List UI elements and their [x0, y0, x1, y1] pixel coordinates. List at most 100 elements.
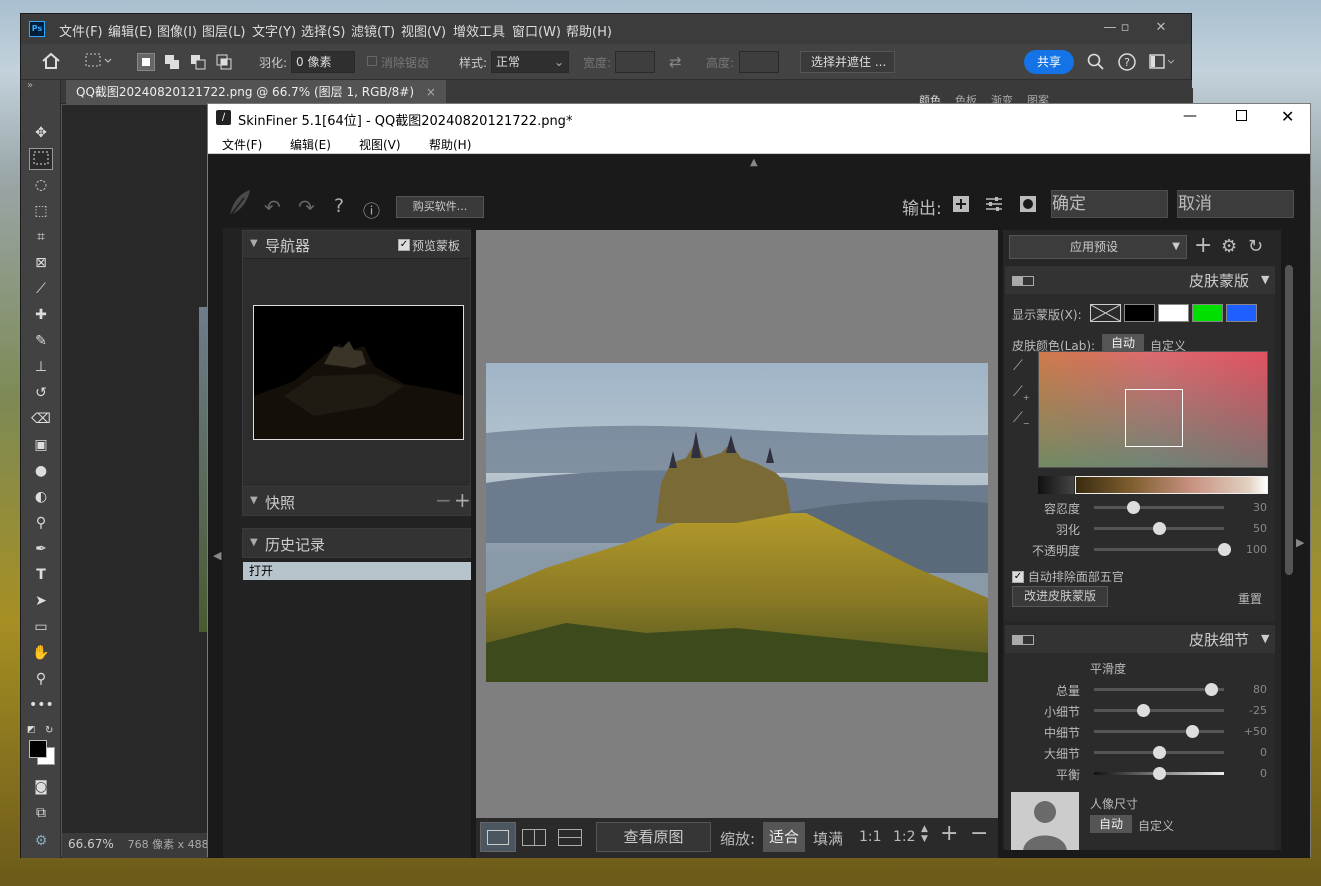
ps-menu-view[interactable]: 视图(V) — [401, 21, 446, 40]
slider-track[interactable] — [1094, 746, 1224, 759]
zoom-in-icon[interactable]: + — [940, 821, 958, 846]
sf-menu-edit[interactable]: 编辑(E) — [290, 136, 331, 153]
eyedropper-icon[interactable]: ⟋ — [29, 278, 53, 300]
history-brush-icon[interactable]: ↺ — [29, 382, 53, 404]
brush-tool-icon[interactable]: ✎ — [29, 330, 53, 352]
intersect-selection-icon[interactable] — [215, 53, 233, 71]
sf-close-icon[interactable]: ✕ — [1281, 107, 1294, 126]
edit-toolbar-icon[interactable]: ⚙ — [29, 830, 53, 852]
stamp-tool-icon[interactable]: ⊥ — [29, 356, 53, 378]
improve-skin-mask-button[interactable]: 改进皮肤蒙版 — [1012, 586, 1108, 607]
mask-green-swatch[interactable] — [1192, 304, 1223, 322]
info-icon[interactable]: ⓘ — [363, 197, 380, 222]
type-tool-icon[interactable]: T — [29, 564, 53, 586]
gradient-tool-icon[interactable]: ▣ — [29, 434, 53, 456]
more-tools-icon[interactable]: ••• — [29, 694, 54, 716]
crop-tool-icon[interactable]: ⌗ — [29, 226, 53, 248]
zoom-stepper-icon[interactable]: ▲ ▼ — [921, 824, 928, 844]
zoom-fit-button[interactable]: 适合 — [763, 822, 805, 852]
slider-track[interactable] — [1094, 522, 1224, 535]
reset-skin-mask-button[interactable]: 重置 — [1238, 590, 1262, 607]
ps-menu-image[interactable]: 图像(I) — [157, 21, 197, 40]
zoom-tool-icon[interactable]: ⚲ — [29, 668, 53, 690]
width-input[interactable] — [615, 51, 655, 73]
ps-menu-layer[interactable]: 图层(L) — [202, 21, 245, 40]
status-zoom[interactable]: 66.67% — [68, 837, 114, 851]
slider-track[interactable] — [1094, 543, 1231, 556]
new-selection-icon[interactable] — [137, 53, 155, 71]
home-icon[interactable] — [41, 52, 61, 70]
portrait-custom-button[interactable]: 自定义 — [1138, 817, 1174, 834]
skin-color-auto-button[interactable]: 自动 — [1102, 334, 1144, 352]
slider-knob[interactable] — [1136, 704, 1150, 717]
skin-color-range-box[interactable] — [1125, 389, 1183, 447]
skin-detail-toggle-icon[interactable] — [1012, 635, 1034, 645]
document-tab[interactable]: QQ截图20240820121722.png @ 66.7% (图层 1, RG… — [66, 80, 446, 104]
mask-black-swatch[interactable] — [1124, 304, 1155, 322]
snapshot-remove-icon[interactable]: − — [435, 488, 452, 512]
skin-mask-collapse-icon[interactable]: ▼ — [1261, 273, 1269, 286]
collapse-top-icon[interactable]: ▲ — [750, 157, 758, 168]
slider-knob[interactable] — [1127, 501, 1140, 514]
blur-tool-icon[interactable]: ● — [29, 460, 53, 482]
history-collapse-icon[interactable]: ▼ — [250, 537, 258, 548]
slider-track[interactable] — [1094, 704, 1224, 717]
ps-menu-filter[interactable]: 滤镜(T) — [351, 21, 395, 40]
ps-menu-select[interactable]: 选择(S) — [301, 21, 345, 40]
sf-menu-help[interactable]: 帮助(H) — [429, 136, 471, 153]
dodge-tool-icon[interactable]: ◐ — [29, 486, 53, 508]
healing-brush-icon[interactable]: ✚ — [29, 304, 53, 326]
mask-white-swatch[interactable] — [1158, 304, 1189, 322]
sf-minimize-icon[interactable]: — — [1183, 108, 1197, 124]
slider-knob[interactable] — [1218, 543, 1231, 556]
zoom-1-2-button[interactable]: 1:2 — [893, 829, 916, 845]
swap-colors-icon[interactable]: ↻ — [45, 725, 53, 736]
help-question-icon[interactable]: ? — [334, 195, 344, 217]
select-and-mask-button[interactable]: 选择并遮住 ... — [800, 51, 895, 73]
ps-menu-help[interactable]: 帮助(H) — [566, 21, 612, 40]
preview-mask-checkbox[interactable]: ✓ — [398, 239, 410, 251]
ps-menu-edit[interactable]: 编辑(E) — [108, 21, 152, 40]
color-swatches[interactable]: ◩ ↻ — [27, 725, 55, 765]
slider-knob[interactable] — [1205, 683, 1218, 696]
split-horizontal-icon[interactable] — [558, 829, 582, 846]
collapse-right-icon[interactable]: ▶ — [1296, 536, 1304, 549]
ps-menu-window[interactable]: 窗口(W) — [512, 21, 561, 40]
share-button[interactable]: 共享 — [1024, 50, 1074, 74]
ok-button[interactable]: 确定 — [1051, 190, 1168, 218]
snapshot-collapse-icon[interactable]: ▼ — [250, 495, 258, 506]
eyedropper-add-icon[interactable]: ⟋+ — [1013, 384, 1030, 402]
slider-track[interactable] — [1094, 683, 1224, 696]
sf-maximize-icon[interactable] — [1236, 110, 1247, 121]
add-preset-icon[interactable]: + — [1194, 233, 1212, 258]
output-mask-icon[interactable] — [1019, 195, 1037, 213]
help-icon[interactable]: ? — [1118, 53, 1136, 71]
buy-software-button[interactable]: 购买软件... — [396, 196, 484, 218]
zoom-1-1-button[interactable]: 1:1 — [859, 829, 882, 845]
ps-menu-type[interactable]: 文字(Y) — [252, 21, 296, 40]
quick-mask-icon[interactable]: ◙ — [29, 776, 53, 798]
toolbar-collapse-icon[interactable]: » — [27, 80, 33, 91]
skin-detail-collapse-icon[interactable]: ▼ — [1261, 632, 1269, 645]
close-icon[interactable]: × — [426, 85, 436, 99]
view-original-button[interactable]: 查看原图 — [596, 822, 711, 852]
mask-blue-swatch[interactable] — [1226, 304, 1257, 322]
path-selection-icon[interactable]: ➤ — [29, 590, 53, 612]
frame-tool-icon[interactable]: ⊠ — [29, 252, 53, 274]
output-adjust-icon[interactable] — [985, 195, 1003, 213]
marquee-tool-icon[interactable] — [29, 148, 53, 170]
auto-exclude-checkbox[interactable]: ✓ 自动排除面部五官 — [1012, 568, 1124, 585]
slider-knob[interactable] — [1153, 746, 1166, 759]
sf-menu-file[interactable]: 文件(F) — [222, 136, 262, 153]
ps-menu-file[interactable]: 文件(F) — [59, 21, 103, 40]
lasso-tool-icon[interactable]: ◌ — [29, 174, 53, 196]
split-vertical-icon[interactable] — [522, 829, 546, 846]
ps-maximize-icon[interactable]: ▫ — [1111, 17, 1139, 39]
undo-icon[interactable]: ↶ — [264, 195, 281, 219]
navigator-thumbnail[interactable] — [253, 305, 464, 440]
antialias-checkbox[interactable] — [367, 56, 377, 66]
feather-input[interactable]: 0 像素 — [291, 51, 355, 73]
search-icon[interactable] — [1087, 53, 1105, 71]
add-selection-icon[interactable] — [163, 53, 181, 71]
marquee-preset-icon[interactable] — [85, 53, 115, 69]
